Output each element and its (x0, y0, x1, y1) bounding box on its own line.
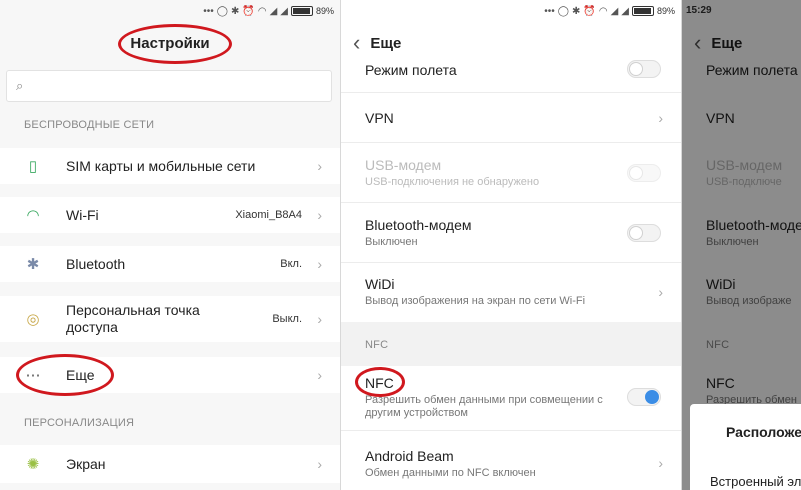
list-item-airplane[interactable]: Режим полета (365, 62, 665, 78)
battery-percent: 89% (656, 6, 675, 16)
bluetooth-value: Вкл. (280, 258, 302, 270)
chevron-right-icon: › (658, 284, 663, 300)
page-title: Еще (370, 34, 402, 52)
bluetooth-status-icon: ✱ (231, 5, 240, 17)
signal-icon: ◢ (269, 5, 278, 17)
section-header-wireless: БЕСПРОВОДНЫЕ СЕТИ (24, 119, 155, 131)
list-item-android-beam[interactable]: Android Beam Обмен данными по NFC включе… (365, 448, 665, 480)
list-item-vpn[interactable]: VPN (365, 110, 665, 126)
divider (341, 142, 681, 143)
divider (341, 202, 681, 203)
list-item-usb-modem: USB-модем USB-подключения не обнаружено (365, 157, 665, 189)
divider (341, 92, 681, 93)
usb-modem-toggle (627, 164, 661, 182)
item-subtitle: USB-подключения не обнаружено (365, 176, 540, 188)
signal-icon-2: ◢ (621, 5, 629, 17)
hotspot-icon: ◎ (26, 311, 40, 328)
section-header-personalization: ПЕРСОНАЛИЗАЦИЯ (24, 417, 135, 429)
nfc-status-icon: ◯ (216, 5, 228, 17)
title-highlight-ellipse (118, 24, 232, 64)
bluetooth-icon: ✱ (26, 256, 40, 273)
location-dialog: Расположе Встроенный эл (690, 404, 801, 490)
section-header-nfc: NFC (365, 339, 389, 351)
item-label: Экран (66, 455, 106, 472)
signal-icon: ◢ (610, 5, 619, 17)
sidebar-item-bluetooth[interactable]: ✱ Bluetooth Вкл. › (0, 246, 340, 282)
list-item-widi[interactable]: WiDi Вывод изображения на экран по сети … (365, 276, 665, 308)
section-gap (341, 322, 681, 366)
bluetooth-status-icon: ✱ (572, 5, 581, 17)
chevron-right-icon: › (317, 456, 322, 472)
airplane-toggle[interactable] (627, 60, 661, 78)
item-subtitle: Вывод изображения на экран по сети Wi-Fi (365, 295, 586, 307)
list-item-bluetooth-modem[interactable]: Bluetooth-модем Выключен (365, 217, 665, 249)
item-title: NFC (365, 375, 394, 391)
settings-panel: ••• ◯ ✱ ⏰ ◠ ◢ ◢ 89% Настройки ⌕ БЕСПРОВО… (0, 0, 340, 490)
wifi-status-icon: ◠ (598, 5, 608, 17)
item-title: VPN (365, 110, 394, 126)
title-bar: ‹ Еще (341, 22, 681, 64)
chevron-right-icon: › (317, 367, 322, 383)
item-label: Bluetooth (66, 255, 126, 272)
display-icon: ✺ (26, 456, 40, 473)
search-icon: ⌕ (16, 78, 24, 93)
sidebar-item-hotspot[interactable]: ◎ Персональная точка доступа Выкл. › (0, 296, 340, 342)
nfc-status-icon: ◯ (557, 5, 569, 17)
status-bar: ••• ◯ ✱ ⏰ ◠ ◢ ◢ 89% (0, 0, 340, 22)
item-subtitle: Обмен данными по NFC включен (365, 467, 536, 479)
chevron-right-icon: › (317, 311, 322, 327)
item-subtitle: Выключен (365, 236, 418, 248)
item-label: Персональная точка доступа (66, 302, 200, 335)
divider (341, 262, 681, 263)
battery-icon (631, 6, 654, 16)
dialog-option-builtin[interactable]: Встроенный эл (710, 474, 801, 489)
wifi-status-icon: ◠ (257, 5, 267, 17)
chevron-right-icon: › (658, 455, 663, 471)
dialog-title: Расположе (726, 424, 801, 440)
item-label: SIM карты и мобильные сети (66, 157, 256, 174)
more-panel: ••• ◯ ✱ ⏰ ◠ ◢ ◢ 89% ‹ Еще Режим полета V… (341, 0, 681, 490)
item-title: Bluetooth-модем (365, 217, 472, 233)
bluetooth-modem-toggle[interactable] (627, 224, 661, 242)
wifi-network-value: Xiaomi_B8A4 (235, 209, 302, 221)
chevron-right-icon: › (317, 158, 322, 174)
list-item-nfc[interactable]: NFC Разрешить обмен данными при совмещен… (365, 375, 665, 420)
nfc-highlight-ellipse (355, 367, 405, 397)
sidebar-item-display[interactable]: ✺ Экран › (0, 445, 340, 483)
chevron-right-icon: › (317, 256, 322, 272)
nfc-toggle[interactable] (627, 388, 661, 406)
more-panel-dialog: 15:29 ‹ Еще Режим полета VPN USB-модем U… (682, 0, 801, 490)
alarm-icon: ⏰ (583, 5, 596, 17)
status-bar: ••• ◯ ✱ ⏰ ◠ ◢ ◢ 89% (341, 0, 681, 22)
sim-icon: ▯ (28, 158, 38, 175)
wifi-icon: ◠ (26, 207, 40, 224)
item-subtitle: Разрешить обмен данными при совмещении с… (365, 394, 603, 419)
item-title: USB-модем (365, 157, 442, 173)
divider (341, 430, 681, 431)
item-title: Android Beam (365, 448, 454, 464)
battery-percent: 89% (315, 6, 334, 16)
hotspot-value: Выкл. (272, 313, 302, 325)
more-highlight-ellipse (16, 354, 114, 396)
signal-icon-2: ◢ (280, 5, 288, 17)
item-label: Wi-Fi (66, 206, 99, 223)
back-arrow-icon[interactable]: ‹ (353, 32, 360, 54)
battery-icon (290, 6, 313, 16)
chevron-right-icon: › (317, 207, 322, 223)
search-input[interactable]: ⌕ (6, 70, 332, 102)
item-title: WiDi (365, 276, 395, 292)
notification-dots-icon: ••• (203, 5, 214, 17)
chevron-right-icon: › (658, 110, 663, 126)
notification-dots-icon: ••• (544, 5, 555, 17)
item-title: Режим полета (365, 62, 457, 78)
alarm-icon: ⏰ (242, 5, 255, 17)
sidebar-item-wifi[interactable]: ◠ Wi-Fi Xiaomi_B8A4 › (0, 197, 340, 233)
sidebar-item-sim[interactable]: ▯ SIM карты и мобильные сети › (0, 148, 340, 184)
